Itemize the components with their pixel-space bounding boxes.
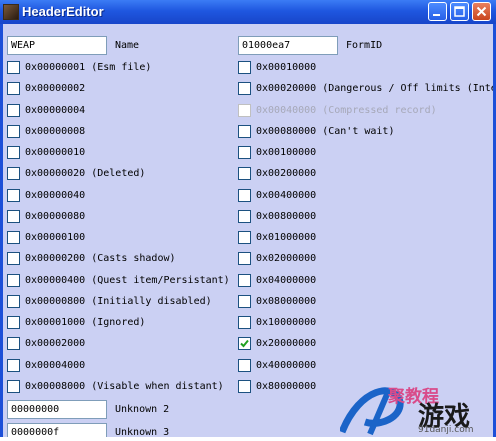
flag-checkbox[interactable] (7, 337, 20, 351)
flag-checkbox[interactable] (238, 82, 251, 96)
flag-checkbox[interactable] (238, 252, 251, 266)
flag-label: 0x00001000 (Ignored) (25, 317, 146, 328)
flag-label: 0x00000008 (25, 125, 86, 137)
flag-label: 0x00000001 (Esm file) (25, 62, 152, 73)
minimize-icon (433, 14, 440, 16)
flag-label: 0x00400000 (256, 189, 317, 201)
flag-checkbox[interactable] (7, 358, 20, 372)
flag-checkbox[interactable] (7, 82, 20, 96)
flag-checkbox[interactable] (7, 231, 20, 244)
minimize-button[interactable] (428, 2, 447, 21)
flag-checkbox[interactable] (7, 167, 20, 181)
flag-checkbox (238, 103, 251, 117)
flag-label: 0x00040000 (Compressed record) (256, 104, 437, 116)
flag-label: 0x00800000 (256, 210, 317, 222)
flag-checkbox[interactable] (238, 294, 251, 308)
title-bar[interactable]: HeaderEditor (0, 0, 496, 24)
close-icon (476, 6, 487, 17)
maximize-icon (454, 6, 465, 17)
checkmark-icon (240, 340, 249, 348)
flag-label: 0x10000000 (256, 317, 317, 328)
unknown2-field[interactable]: 00000000 (7, 400, 107, 419)
flag-checkbox[interactable] (238, 231, 251, 244)
flag-checkbox[interactable] (7, 146, 20, 159)
flag-label: 0x04000000 (256, 274, 317, 286)
flag-checkbox[interactable] (7, 61, 20, 74)
flag-label: 0x00000100 (25, 232, 86, 243)
flag-checkbox[interactable] (238, 167, 251, 181)
record-type-field[interactable]: WEAP (7, 36, 107, 55)
flag-checkbox[interactable] (7, 273, 20, 287)
flag-checkbox[interactable] (7, 294, 20, 308)
flag-label: 0x80000000 (256, 380, 317, 392)
flag-checkbox[interactable] (238, 273, 251, 287)
flag-checkbox[interactable] (7, 252, 20, 266)
flag-checkbox[interactable] (238, 379, 251, 393)
flag-label: 0x20000000 (256, 338, 317, 350)
flag-label: 0x40000000 (256, 359, 317, 371)
flag-label: 0x00000004 (25, 104, 86, 116)
flag-label: 0x00008000 (Visable when distant) (25, 380, 224, 392)
flag-label: 0x00000040 (25, 189, 86, 201)
flag-checkbox[interactable] (7, 316, 20, 329)
flag-label: 0x01000000 (256, 232, 317, 243)
flag-checkbox[interactable] (238, 61, 251, 74)
flag-label: 0x00002000 (25, 338, 86, 350)
flag-label: 0x00000080 (25, 210, 86, 222)
flag-label: 0x00000020 (Deleted) (25, 168, 146, 180)
flag-label: 0x00000002 (25, 83, 86, 95)
flag-checkbox[interactable] (238, 146, 251, 159)
watermark-site: 91danji.com (418, 425, 474, 435)
flag-checkbox[interactable] (238, 188, 251, 202)
watermark-logo: 聚教程 游戏 91danji.com (338, 382, 496, 437)
unknown3-label: Unknown 3 (115, 427, 170, 437)
flag-label: 0x00000200 (Casts shadow) (25, 253, 176, 265)
flag-checkbox[interactable] (238, 124, 251, 138)
flag-checkbox[interactable] (238, 316, 251, 329)
flag-checkbox[interactable] (238, 337, 251, 351)
flag-label: 0x00010000 (256, 62, 317, 73)
flag-label: 0x08000000 (256, 295, 317, 307)
unknown3-field[interactable]: 0000000f (7, 423, 107, 437)
formid-field[interactable]: 01000ea7 (238, 36, 338, 55)
flag-label: 0x02000000 (256, 253, 317, 265)
flag-checkbox[interactable] (7, 379, 20, 393)
unknown2-label: Unknown 2 (115, 404, 170, 415)
flag-checkbox[interactable] (7, 209, 20, 223)
header-editor-window: HeaderEditor WEAP Name 01000ea7 FormID 0… (0, 0, 496, 437)
flag-label: 0x00000800 (Initially disabled) (25, 295, 212, 307)
maximize-button[interactable] (450, 2, 469, 21)
editor-panel: WEAP Name 01000ea7 FormID 0x00000001 (Es… (3, 24, 493, 437)
flag-checkbox[interactable] (238, 209, 251, 223)
name-label: Name (115, 40, 140, 51)
flag-label: 0x00080000 (Can't wait) (256, 125, 395, 137)
flag-label: 0x00100000 (256, 147, 317, 158)
flag-checkbox[interactable] (238, 358, 251, 372)
close-button[interactable] (472, 2, 491, 21)
flag-checkbox[interactable] (7, 103, 20, 117)
flag-label: 0x00200000 (256, 168, 317, 180)
flag-label: 0x00000400 (Quest item/Persistant) (25, 274, 230, 286)
window-title: HeaderEditor (22, 4, 104, 19)
flag-label: 0x00020000 (Dangerous / Off limits (Inte (256, 83, 493, 95)
flag-checkbox[interactable] (7, 188, 20, 202)
formid-label: FormID (346, 40, 383, 51)
flag-checkbox[interactable] (7, 124, 20, 138)
flag-label: 0x00004000 (25, 359, 86, 371)
flag-label: 0x00000010 (25, 147, 86, 158)
app-icon (3, 4, 19, 20)
